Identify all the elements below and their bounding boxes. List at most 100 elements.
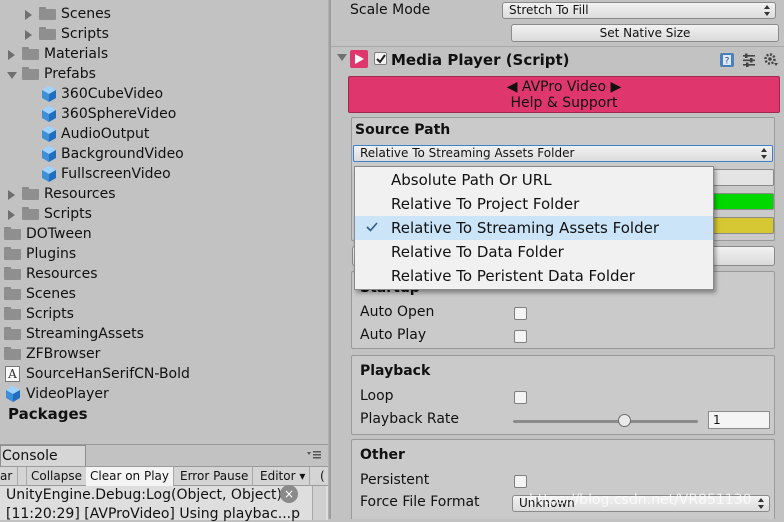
scale-mode-dropdown[interactable]: Stretch To Fill	[502, 2, 776, 19]
folder-icon	[4, 267, 21, 280]
playback-rate-slider-track[interactable]	[513, 420, 698, 423]
console-scrollbar[interactable]	[312, 486, 326, 520]
tree-item-label: Materials	[44, 46, 109, 62]
menu-item-data-folder[interactable]: Relative To Data Folder	[355, 240, 713, 264]
dropdown-arrows-icon	[761, 147, 767, 160]
component-enabled-checkbox[interactable]	[374, 52, 387, 65]
tree-item-label: Scenes	[26, 286, 76, 302]
playback-title: Playback	[360, 363, 431, 379]
component-title: Media Player (Script)	[391, 51, 570, 69]
tree-item-label: Scripts	[26, 306, 74, 322]
folder-icon	[4, 327, 21, 340]
checkmark-icon	[366, 222, 378, 232]
editor-dropdown[interactable]: Editor ▾	[256, 467, 311, 486]
prefab-cube-icon	[42, 106, 56, 122]
checkmark-icon	[376, 54, 386, 64]
expanded-arrow-icon[interactable]	[7, 72, 17, 79]
menu-item-absolute-path[interactable]: Absolute Path Or URL	[355, 168, 713, 192]
folder-icon	[22, 207, 39, 220]
playback-rate-input[interactable]: 1	[708, 411, 770, 429]
persistent-checkbox[interactable]	[514, 475, 527, 488]
clear-search-icon[interactable]: ×	[280, 485, 298, 503]
folder-icon	[22, 187, 39, 200]
expand-arrow-icon[interactable]	[8, 50, 15, 60]
foldout-arrow-icon[interactable]	[337, 54, 347, 61]
playback-rate-slider-thumb[interactable]	[617, 414, 631, 427]
menu-item-label: Relative To Peristent Data Folder	[391, 267, 635, 285]
tree-item-label: FullscreenVideo	[61, 166, 171, 182]
svg-text:?: ?	[725, 57, 730, 67]
collapse-button[interactable]: Collapse	[26, 467, 87, 486]
tree-item-label: Plugins	[26, 246, 77, 262]
log-line[interactable]: UnityEngine.Debug:Log(Object, Object)	[6, 487, 282, 503]
tree-item-label: Scenes	[61, 6, 111, 22]
avpro-logo-icon	[350, 50, 368, 68]
avpro-help-banner[interactable]: ◀ AVPro Video ▶ Help & Support	[348, 76, 780, 113]
menu-item-project-folder[interactable]: Relative To Project Folder	[355, 192, 713, 216]
expand-arrow-icon[interactable]	[8, 190, 15, 200]
font-asset-icon: A	[5, 366, 20, 382]
prefab-cube-icon	[42, 166, 56, 182]
banner-title: ◀ AVPro Video ▶	[506, 79, 622, 95]
gear-icon[interactable]	[763, 52, 779, 68]
auto-play-label: Auto Play	[360, 327, 427, 343]
inspector-panel: Scale Mode Stretch To Fill Set Native Si…	[331, 0, 784, 519]
panel-menu-icon[interactable]	[306, 449, 322, 461]
tree-item-label: StreamingAssets	[26, 326, 144, 342]
scale-mode-label: Scale Mode	[350, 2, 431, 18]
auto-play-checkbox[interactable]	[514, 330, 527, 343]
dropdown-arrows-icon	[764, 4, 770, 17]
console-panel: Console ar Collapse Clear on Play Error …	[0, 444, 330, 522]
folder-icon	[22, 67, 39, 80]
console-tab[interactable]: Console	[0, 445, 86, 466]
tree-item-label: ZFBrowser	[26, 346, 101, 362]
tree-item-label: Prefabs	[44, 66, 96, 82]
set-native-size-button[interactable]: Set Native Size	[511, 24, 779, 42]
expand-arrow-icon[interactable]	[25, 10, 32, 20]
folder-icon	[4, 287, 21, 300]
menu-item-label: Relative To Data Folder	[391, 243, 564, 261]
tree-item-label: Scripts	[44, 206, 92, 222]
folder-icon	[39, 27, 56, 40]
source-path-popup-menu: Absolute Path Or URL Relative To Project…	[354, 166, 714, 290]
tree-item-label: SourceHanSerifCN-Bold	[26, 366, 190, 382]
tree-item-label: 360SphereVideo	[61, 106, 177, 122]
error-pause-button[interactable]: Error Pause	[176, 467, 254, 486]
menu-item-persistent-data-folder[interactable]: Relative To Peristent Data Folder	[355, 264, 713, 288]
auto-open-checkbox[interactable]	[514, 307, 527, 320]
tree-item-label: DOTween	[26, 226, 92, 242]
loop-label: Loop	[360, 388, 394, 404]
dropdown-value: Stretch To Fill	[509, 3, 589, 17]
tree-item-label: VideoPlayer	[26, 386, 109, 402]
folder-icon	[22, 47, 39, 60]
clear-on-play-button[interactable]: Clear on Play	[86, 467, 174, 486]
tree-item-label: Scripts	[61, 26, 109, 42]
clear-button[interactable]: ar	[0, 467, 18, 486]
component-header: Media Player (Script) ?	[331, 46, 784, 72]
status-bar-green	[712, 193, 774, 210]
dropdown-arrows-icon	[758, 497, 764, 510]
folder-icon	[4, 347, 21, 360]
source-path-dropdown[interactable]: Relative To Streaming Assets Folder	[353, 145, 773, 162]
prefab-cube-icon	[6, 386, 20, 402]
menu-item-streaming-assets[interactable]: Relative To Streaming Assets Folder	[355, 216, 713, 240]
tree-item-label: AudioOutput	[61, 126, 150, 142]
expand-arrow-icon[interactable]	[25, 30, 32, 40]
menu-item-label: Relative To Streaming Assets Folder	[391, 219, 659, 237]
console-log-list[interactable]: UnityEngine.Debug:Log(Object, Object) [1…	[0, 486, 328, 522]
tree-item-label: BackgroundVideo	[61, 146, 184, 162]
log-line[interactable]: [11:20:29] [AVProVideo] Using playbac...…	[6, 506, 300, 522]
status-bar-yellow	[712, 217, 774, 234]
banner-subtitle: Help & Support	[510, 95, 618, 111]
preset-sliders-icon[interactable]	[741, 52, 757, 68]
help-book-icon[interactable]: ?	[719, 52, 735, 68]
tree-item-label: 360CubeVideo	[61, 86, 164, 102]
tree-item-label: Resources	[26, 266, 98, 282]
path-input-field[interactable]	[712, 169, 774, 186]
tree-item-label: Resources	[44, 186, 116, 202]
expand-arrow-icon[interactable]	[8, 210, 15, 220]
persistent-label: Persistent	[360, 472, 430, 488]
folder-icon	[4, 247, 21, 260]
menu-item-label: Absolute Path Or URL	[391, 171, 552, 189]
loop-checkbox[interactable]	[514, 391, 527, 404]
